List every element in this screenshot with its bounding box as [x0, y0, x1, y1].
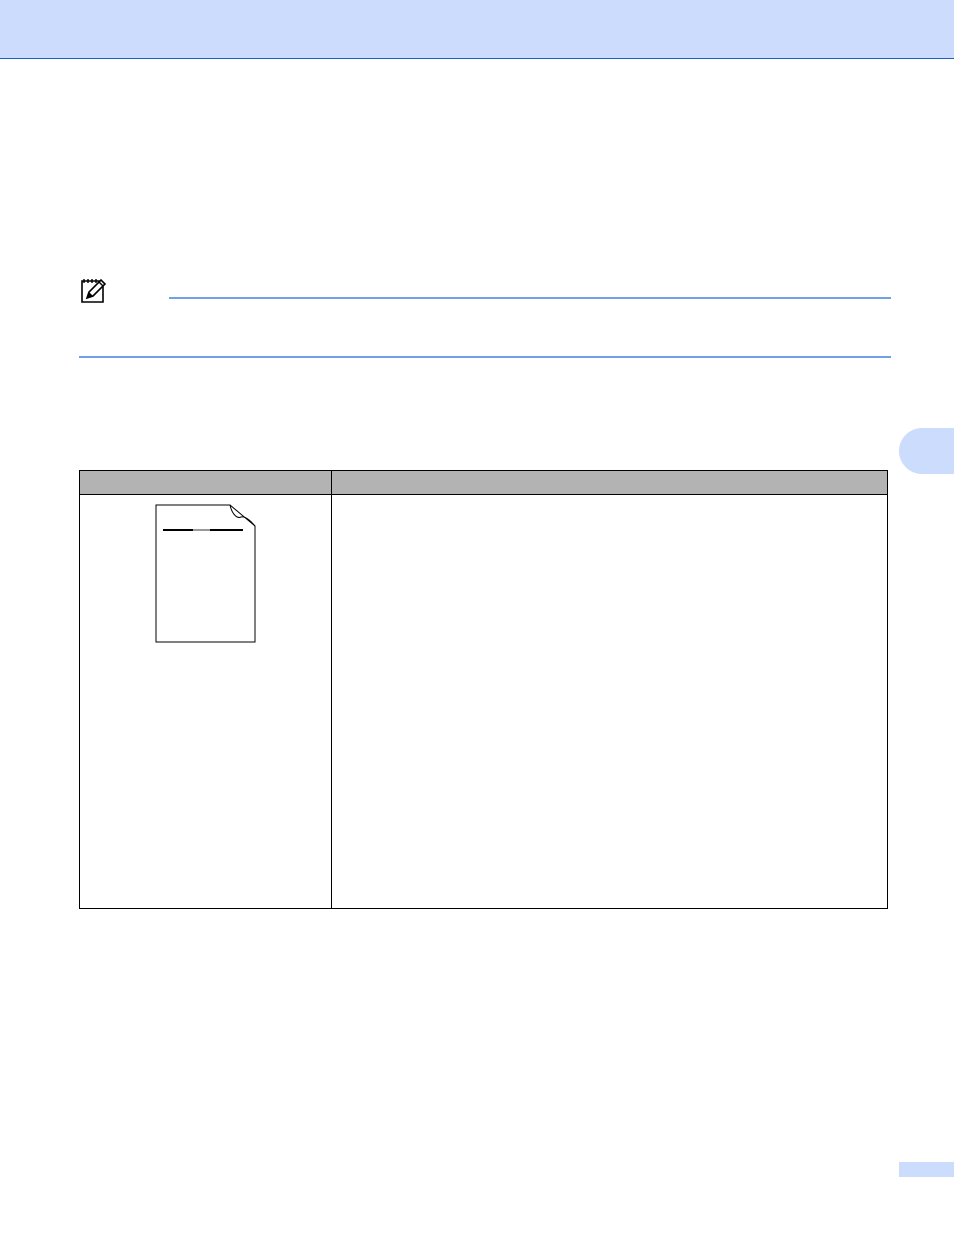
table-header-row — [79, 470, 888, 495]
table-row — [79, 494, 888, 909]
example-cell — [79, 494, 332, 909]
troubleshooting-table — [79, 470, 888, 909]
sample-page-with-line-illustration — [155, 504, 256, 643]
note-rule-top — [169, 297, 891, 299]
table-header-example — [79, 470, 332, 495]
note-rule-bottom — [79, 356, 891, 358]
pencil-note-icon — [81, 278, 107, 303]
table-header-recommendation — [331, 470, 888, 495]
chapter-tab — [899, 428, 954, 474]
recommendation-cell — [331, 494, 888, 909]
page-number-tab — [899, 1162, 954, 1177]
header-band — [0, 0, 954, 59]
